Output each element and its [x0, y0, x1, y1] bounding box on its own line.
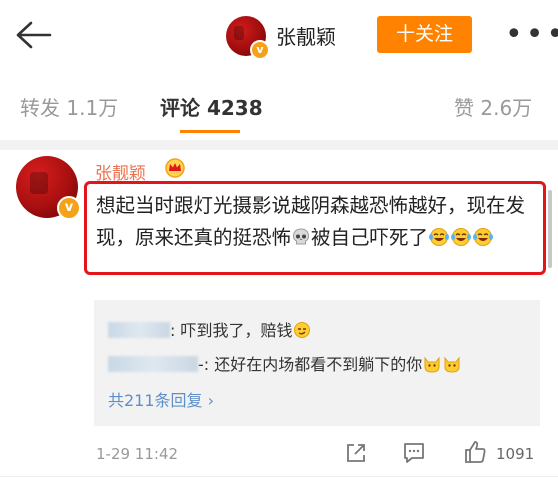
share-icon[interactable]: [345, 442, 367, 464]
comment-timestamp: 1-29 11:42: [96, 445, 179, 463]
verified-badge-icon: v: [57, 196, 81, 220]
back-arrow-icon[interactable]: [14, 20, 54, 50]
tab-repost[interactable]: 转发 1.1万: [20, 92, 118, 121]
reply-author-blurred[interactable]: [108, 322, 170, 338]
reply-text: -: 还好在内场都看不到躺下的你: [198, 355, 423, 374]
comment-text: 想起当时跟灯光摄影说越阴森越恐怖越好，现在发现，原来还真的挺恐怖 被自己吓死了: [96, 190, 536, 254]
comment-highlight-box: 想起当时跟灯光摄影说越阴森越恐怖越好，现在发现，原来还真的挺恐怖 被自己吓死了: [84, 181, 546, 275]
laugh-cry-emoji-icon: [451, 228, 472, 246]
cat-emoji-icon: [424, 356, 440, 373]
like-count: 1091: [496, 445, 535, 463]
comment-text-part2: 被自己吓死了: [311, 226, 429, 249]
comment-icon[interactable]: [402, 441, 426, 465]
header-avatar[interactable]: v: [226, 16, 270, 60]
view-all-replies-link[interactable]: 共211条回复 ›: [108, 387, 214, 411]
reply-item[interactable]: -: 还好在内场都看不到躺下的你: [108, 351, 462, 375]
laugh-cry-emoji-icon: [473, 228, 494, 246]
header-user-name[interactable]: 张靓颖: [276, 21, 336, 50]
tab-like[interactable]: 赞 2.6万: [454, 92, 532, 121]
reply-item[interactable]: : 吓到我了，赔钱: [108, 317, 312, 341]
comment-avatar[interactable]: v: [16, 156, 81, 220]
reply-author-blurred[interactable]: [108, 356, 198, 372]
skull-emoji-icon: [293, 228, 310, 245]
laugh-cry-emoji-icon: [429, 228, 450, 246]
crown-member-icon: [165, 158, 185, 178]
scrollbar-thumb[interactable]: [548, 190, 552, 268]
top-bar: v 张靓颖 十关注 •••: [0, 0, 558, 68]
more-options-icon[interactable]: •••: [505, 20, 558, 50]
tab-bar: 转发 1.1万 评论 4238 赞 2.6万: [0, 68, 558, 138]
thumbs-up-icon[interactable]: [462, 439, 488, 465]
replies-box: : 吓到我了，赔钱 -: 还好在内场都看不到躺下的你 共211条回复 ›: [94, 300, 540, 426]
active-tab-indicator: [180, 130, 240, 133]
section-divider: [0, 140, 558, 150]
follow-button[interactable]: 十关注: [377, 16, 472, 53]
reply-text: : 吓到我了，赔钱: [170, 321, 293, 340]
cat-emoji-icon: [444, 356, 460, 373]
tab-comment[interactable]: 评论 4238: [160, 92, 263, 121]
verified-badge-icon: v: [250, 40, 270, 60]
bottom-divider: [0, 476, 558, 477]
smirk-emoji-icon: [294, 322, 311, 338]
